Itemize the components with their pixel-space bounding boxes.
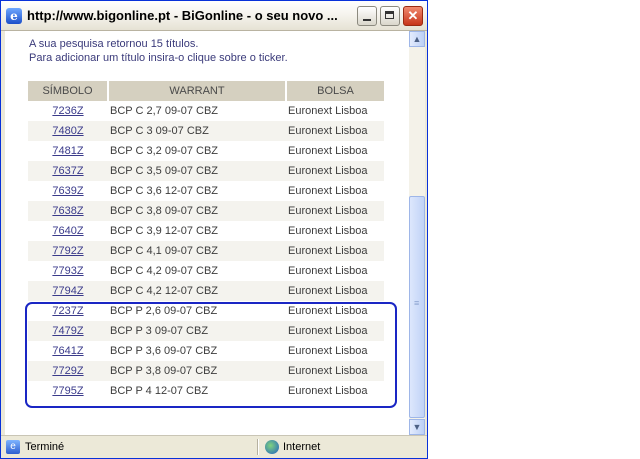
bolsa-cell: Euronext Lisboa <box>288 225 368 237</box>
ie-page-icon: e <box>6 8 22 24</box>
ticker-link[interactable]: 7794Z <box>52 285 83 297</box>
header-bolsa: BOLSA <box>286 81 384 101</box>
grip-icon: ≡ <box>414 298 420 308</box>
bolsa-cell: Euronext Lisboa <box>288 265 368 277</box>
symbol-cell: 7640Z <box>28 221 108 241</box>
ticker-link[interactable]: 7792Z <box>52 245 83 257</box>
ticker-link[interactable]: 7640Z <box>52 225 83 237</box>
zone-text: Internet <box>283 441 321 453</box>
warrant-cell: BCP C 3,5 09-07 CBZ <box>108 161 286 181</box>
result-count-text: A sua pesquisa retornou 15 títulos. <box>29 38 199 50</box>
bolsa-cell: Euronext Lisboa <box>288 105 368 117</box>
internet-zone-icon <box>265 440 279 454</box>
page-content: A sua pesquisa retornou 15 títulos. Para… <box>5 31 409 435</box>
scroll-thumb[interactable]: ≡ <box>409 196 425 418</box>
bolsa-cell: Euronext Lisboa <box>288 145 368 157</box>
warrant-cell: BCP C 4,2 12-07 CBZ <box>108 281 286 301</box>
status-text: Terminé <box>25 441 65 453</box>
ticker-link[interactable]: 7480Z <box>52 125 83 137</box>
ticker-link[interactable]: 7236Z <box>52 105 83 117</box>
maximize-button[interactable] <box>380 6 400 26</box>
symbol-cell: 7236Z <box>28 101 108 121</box>
bolsa-cell: Euronext Lisboa <box>286 161 384 181</box>
ticker-link[interactable]: 7639Z <box>52 185 83 197</box>
symbol-cell: 7639Z <box>28 181 108 201</box>
symbol-cell: 7792Z <box>28 241 108 261</box>
header-warrant: WARRANT <box>108 81 287 101</box>
arrow-down-icon: ▼ <box>412 422 422 432</box>
bolsa-cell: Euronext Lisboa <box>286 281 384 301</box>
table-row: 7638Z BCP C 3,8 09-07 CBZ Euronext Lisboa <box>28 201 384 221</box>
table-row: 7794Z BCP C 4,2 12-07 CBZ Euronext Lisboa <box>28 281 384 301</box>
page-done-icon: e <box>6 440 20 454</box>
table-row: 7792Z BCP C 4,1 09-07 CBZ Euronext Lisboa <box>28 241 384 261</box>
table-header-row: SÍMBOLO WARRANT BOLSA <box>28 81 384 101</box>
ticker-link[interactable]: 7793Z <box>52 265 83 277</box>
warrant-cell: BCP C 4,2 09-07 CBZ <box>110 265 219 277</box>
ticker-link[interactable]: 7637Z <box>52 165 83 177</box>
close-button[interactable]: ✕ <box>403 6 423 26</box>
vertical-scrollbar[interactable]: ▲ ≡ ▼ <box>409 31 425 435</box>
scroll-up-button[interactable]: ▲ <box>409 31 425 47</box>
highlight-box <box>25 302 397 408</box>
table-row: 7793Z BCP C 4,2 09-07 CBZ Euronext Lisboa <box>28 261 384 281</box>
warrant-cell: BCP C 4,1 09-07 CBZ <box>108 241 286 261</box>
bolsa-cell: Euronext Lisboa <box>288 185 368 197</box>
arrow-up-icon: ▲ <box>412 34 422 44</box>
table-row: 7481Z BCP C 3,2 09-07 CBZ Euronext Lisboa <box>28 141 384 161</box>
bolsa-cell: Euronext Lisboa <box>286 121 384 141</box>
bolsa-cell: Euronext Lisboa <box>286 241 384 261</box>
instructions-text: Para adicionar um título insira-o clique… <box>29 52 288 64</box>
ticker-link[interactable]: 7481Z <box>52 145 83 157</box>
warrant-cell: BCP C 3,8 09-07 CBZ <box>108 201 286 221</box>
symbol-cell: 7480Z <box>28 121 108 141</box>
header-simbolo: SÍMBOLO <box>28 81 109 101</box>
popup-window: e http://www.bigonline.pt - BiGonline - … <box>0 0 428 459</box>
symbol-cell: 7793Z <box>28 261 108 281</box>
status-bar: e Terminé Internet <box>1 435 427 458</box>
status-separator <box>257 439 259 455</box>
symbol-cell: 7794Z <box>28 281 108 301</box>
symbol-cell: 7481Z <box>28 141 108 161</box>
symbol-cell: 7637Z <box>28 161 108 181</box>
table-row: 7480Z BCP C 3 09-07 CBZ Euronext Lisboa <box>28 121 384 141</box>
search-info: A sua pesquisa retornou 15 títulos. Para… <box>29 37 288 65</box>
warrant-cell: BCP C 3,9 12-07 CBZ <box>110 225 219 237</box>
table-row: 7640Z BCP C 3,9 12-07 CBZ Euronext Lisboa <box>28 221 384 241</box>
symbol-cell: 7638Z <box>28 201 108 221</box>
table-row: 7637Z BCP C 3,5 09-07 CBZ Euronext Lisboa <box>28 161 384 181</box>
title-bar[interactable]: e http://www.bigonline.pt - BiGonline - … <box>1 1 427 31</box>
close-icon: ✕ <box>407 8 419 23</box>
warrant-cell: BCP C 3,2 09-07 CBZ <box>110 145 219 157</box>
warrant-cell: BCP C 3 09-07 CBZ <box>108 121 286 141</box>
table-row: 7639Z BCP C 3,6 12-07 CBZ Euronext Lisboa <box>28 181 384 201</box>
table-row: 7236Z BCP C 2,7 09-07 CBZ Euronext Lisboa <box>28 101 384 121</box>
maximize-icon <box>385 11 394 19</box>
minimize-icon <box>363 19 371 21</box>
scroll-down-button[interactable]: ▼ <box>409 419 425 435</box>
minimize-button[interactable] <box>357 6 377 26</box>
warrant-cell: BCP C 2,7 09-07 CBZ <box>110 105 219 117</box>
warrant-cell: BCP C 3,6 12-07 CBZ <box>110 185 219 197</box>
ticker-link[interactable]: 7638Z <box>52 205 83 217</box>
bolsa-cell: Euronext Lisboa <box>286 201 384 221</box>
window-title: http://www.bigonline.pt - BiGonline - o … <box>27 8 338 23</box>
